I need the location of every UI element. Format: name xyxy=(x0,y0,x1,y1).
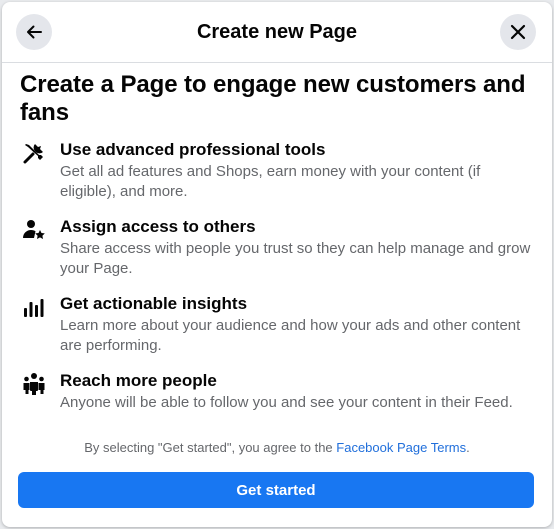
feature-item: Use advanced professional tools Get all … xyxy=(20,139,534,202)
feature-title: Use advanced professional tools xyxy=(60,140,326,159)
feature-title: Get actionable insights xyxy=(60,294,248,313)
page-headline: Create a Page to engage new customers an… xyxy=(20,71,526,126)
feature-description: Get all ad features and Shops, earn mone… xyxy=(60,163,481,200)
person-star-icon xyxy=(23,220,45,239)
close-button[interactable] xyxy=(500,14,536,50)
get-started-button[interactable]: Get started xyxy=(18,472,534,508)
feature-item: Assign access to others Share access wit… xyxy=(20,216,534,279)
feature-item: Get actionable insights Learn more about… xyxy=(20,293,534,356)
people-group-icon xyxy=(23,373,45,395)
create-page-dialog: Create new Page Create a Page to engage … xyxy=(2,2,552,527)
terms-suffix: . xyxy=(466,440,470,455)
tools-icon xyxy=(23,144,43,164)
feature-item: Reach more people Anyone will be able to… xyxy=(20,370,534,413)
arrow-left-icon xyxy=(27,25,42,39)
terms-notice: By selecting "Get started", you agree to… xyxy=(2,440,552,455)
page-terms-link[interactable]: Facebook Page Terms xyxy=(336,440,466,455)
feature-title: Reach more people xyxy=(60,371,217,390)
bar-chart-icon xyxy=(24,299,44,317)
dialog-header: Create new Page xyxy=(2,2,552,63)
back-button[interactable] xyxy=(16,14,52,50)
dialog-title: Create new Page xyxy=(196,20,358,43)
terms-prefix: By selecting "Get started", you agree to… xyxy=(84,440,337,455)
close-icon xyxy=(510,24,526,40)
feature-title: Assign access to others xyxy=(60,217,256,236)
feature-description: Learn more about your audience and how y… xyxy=(60,317,521,354)
feature-description: Anyone will be able to follow you and se… xyxy=(60,394,513,411)
feature-description: Share access with people you trust so th… xyxy=(60,240,531,277)
dialog-content: Create a Page to engage new customers an… xyxy=(2,63,552,413)
